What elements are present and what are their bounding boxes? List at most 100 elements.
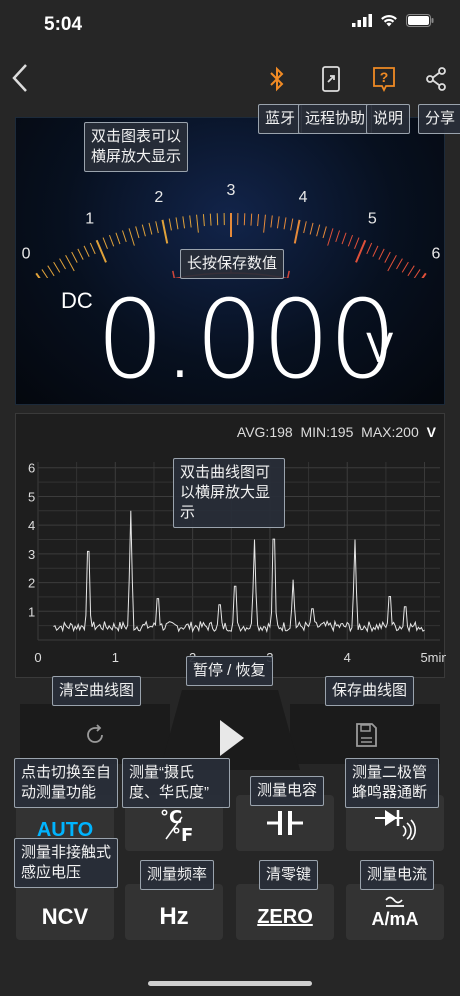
signal-icon <box>352 14 372 27</box>
gauge-inner-tick <box>172 270 176 278</box>
status-bar: 5:04 <box>0 0 460 50</box>
gauge-tick <box>327 228 334 246</box>
gauge-tick <box>71 251 78 263</box>
gauge-tick <box>135 226 140 239</box>
gauge-tick <box>372 245 379 257</box>
gauge-tick <box>335 230 341 243</box>
save-icon <box>356 723 377 747</box>
gauge-inner-tick <box>286 270 290 278</box>
gauge-tick <box>102 237 108 249</box>
x-tick-label: 0 <box>34 650 41 665</box>
x-tick-label: 1 <box>112 650 119 665</box>
tip-frequency: 测量频率 <box>140 860 215 890</box>
gauge-tick <box>209 213 212 226</box>
curve-line <box>53 510 425 634</box>
gauge-tick <box>257 214 260 227</box>
gauge-scale-label: 6 <box>432 245 441 262</box>
gauge-tick <box>355 239 367 263</box>
diode-buzzer-icon <box>375 810 416 840</box>
gauge-tick <box>283 217 287 230</box>
gauge-tick <box>250 213 253 226</box>
ncv-key[interactable]: NCV <box>16 884 114 940</box>
zero-key[interactable]: ZERO <box>236 884 334 940</box>
gauge-tick <box>407 265 415 277</box>
help-icon: ? <box>373 67 395 92</box>
y-tick-label: 2 <box>28 576 35 591</box>
y-tick-label: 3 <box>28 547 35 562</box>
tip-share: 分享 <box>418 104 460 134</box>
x-tick-label: 4 <box>344 650 351 665</box>
gauge-tick <box>148 222 153 235</box>
gauge-tick <box>341 232 347 245</box>
ncv-label: NCV <box>41 904 89 929</box>
gauge-tick <box>347 234 354 247</box>
curve-graph-panel[interactable]: AVG:198 MIN:195 MAX:200 V 654321012345mi… <box>15 413 446 678</box>
voltage-unit: V <box>366 326 394 372</box>
gauge-scale-label: 2 <box>154 189 163 206</box>
gauge-tick <box>108 234 115 247</box>
tip-long-press-save: 长按保存数值 <box>180 249 285 279</box>
gauge-tick <box>89 242 96 255</box>
gauge-tick <box>396 258 403 270</box>
tip-zero: 清零键 <box>259 860 319 890</box>
battery-icon <box>406 14 434 27</box>
current-key[interactable]: A/mA <box>346 884 444 940</box>
refresh-icon <box>87 724 103 743</box>
bluetooth-button[interactable] <box>262 64 292 94</box>
ac-dc-icon <box>385 896 404 907</box>
chevron-left-icon <box>12 64 27 92</box>
gauge-tick <box>41 269 49 278</box>
gauge-tick <box>421 272 427 278</box>
tip-current: 测量电流 <box>360 860 435 890</box>
y-tick-label: 5 <box>28 489 35 504</box>
tip-meter-zoom: 双击图表可以横屏放大显示 <box>84 122 188 172</box>
remote-assist-button[interactable] <box>316 64 346 94</box>
gauge-scale-label: 0 <box>22 245 31 262</box>
clear-graph-button[interactable] <box>20 704 170 764</box>
gauge-tick <box>168 218 172 231</box>
gauge-tick <box>387 254 397 272</box>
tip-save-graph: 保存曲线图 <box>325 676 415 706</box>
gauge-tick <box>65 254 75 272</box>
tip-pause-resume: 暂停 / 恢复 <box>186 656 273 686</box>
gauge-tick <box>303 221 307 234</box>
bluetooth-icon <box>270 66 284 92</box>
tip-auto: 点击切换至自动测量功能 <box>14 758 118 808</box>
tip-clear-graph: 清空曲线图 <box>52 676 142 706</box>
current-label: A/mA <box>371 908 419 929</box>
mode-label: DC <box>61 288 93 313</box>
gauge-tick <box>270 215 273 228</box>
save-graph-button[interactable] <box>290 704 440 764</box>
share-button[interactable] <box>421 64 451 94</box>
gauge-tick <box>59 258 66 270</box>
tip-graph-zoom: 双击曲线图可以横屏放大显示 <box>173 458 285 528</box>
gauge-scale-label: 3 <box>227 182 236 199</box>
capacitor-icon <box>267 811 303 835</box>
share-icon <box>426 67 446 91</box>
gauge-tick <box>366 242 373 255</box>
zero-label: ZERO <box>257 905 313 928</box>
y-tick-label: 4 <box>28 518 35 533</box>
gauge-tick <box>384 251 391 263</box>
gauge-tick <box>309 222 314 235</box>
back-button[interactable] <box>8 62 38 98</box>
y-tick-label: 6 <box>28 461 35 476</box>
gauge-tick <box>263 214 266 233</box>
tip-ncv: 测量非接触式感应电压 <box>14 838 118 888</box>
frequency-key[interactable]: Hz <box>125 884 223 940</box>
gauge-needle <box>39 277 40 278</box>
gauge-tick <box>354 237 360 249</box>
top-nav: ? <box>0 58 460 108</box>
gauge-scale-label: 1 <box>85 211 94 228</box>
tip-capacitance: 测量电容 <box>250 776 325 806</box>
help-button[interactable]: ? <box>369 64 399 94</box>
x-tick-label: 5min <box>420 650 446 665</box>
tip-temperature: 测量“摄氏度、华氏度” <box>122 758 230 808</box>
gauge-tick <box>290 218 294 231</box>
gauge-tick <box>35 272 41 278</box>
gauge-tick <box>276 216 280 229</box>
gauge-scale-label: 5 <box>368 211 377 228</box>
wifi-icon <box>381 15 397 27</box>
gauge-tick <box>141 224 146 237</box>
gauge-tick <box>121 230 127 243</box>
